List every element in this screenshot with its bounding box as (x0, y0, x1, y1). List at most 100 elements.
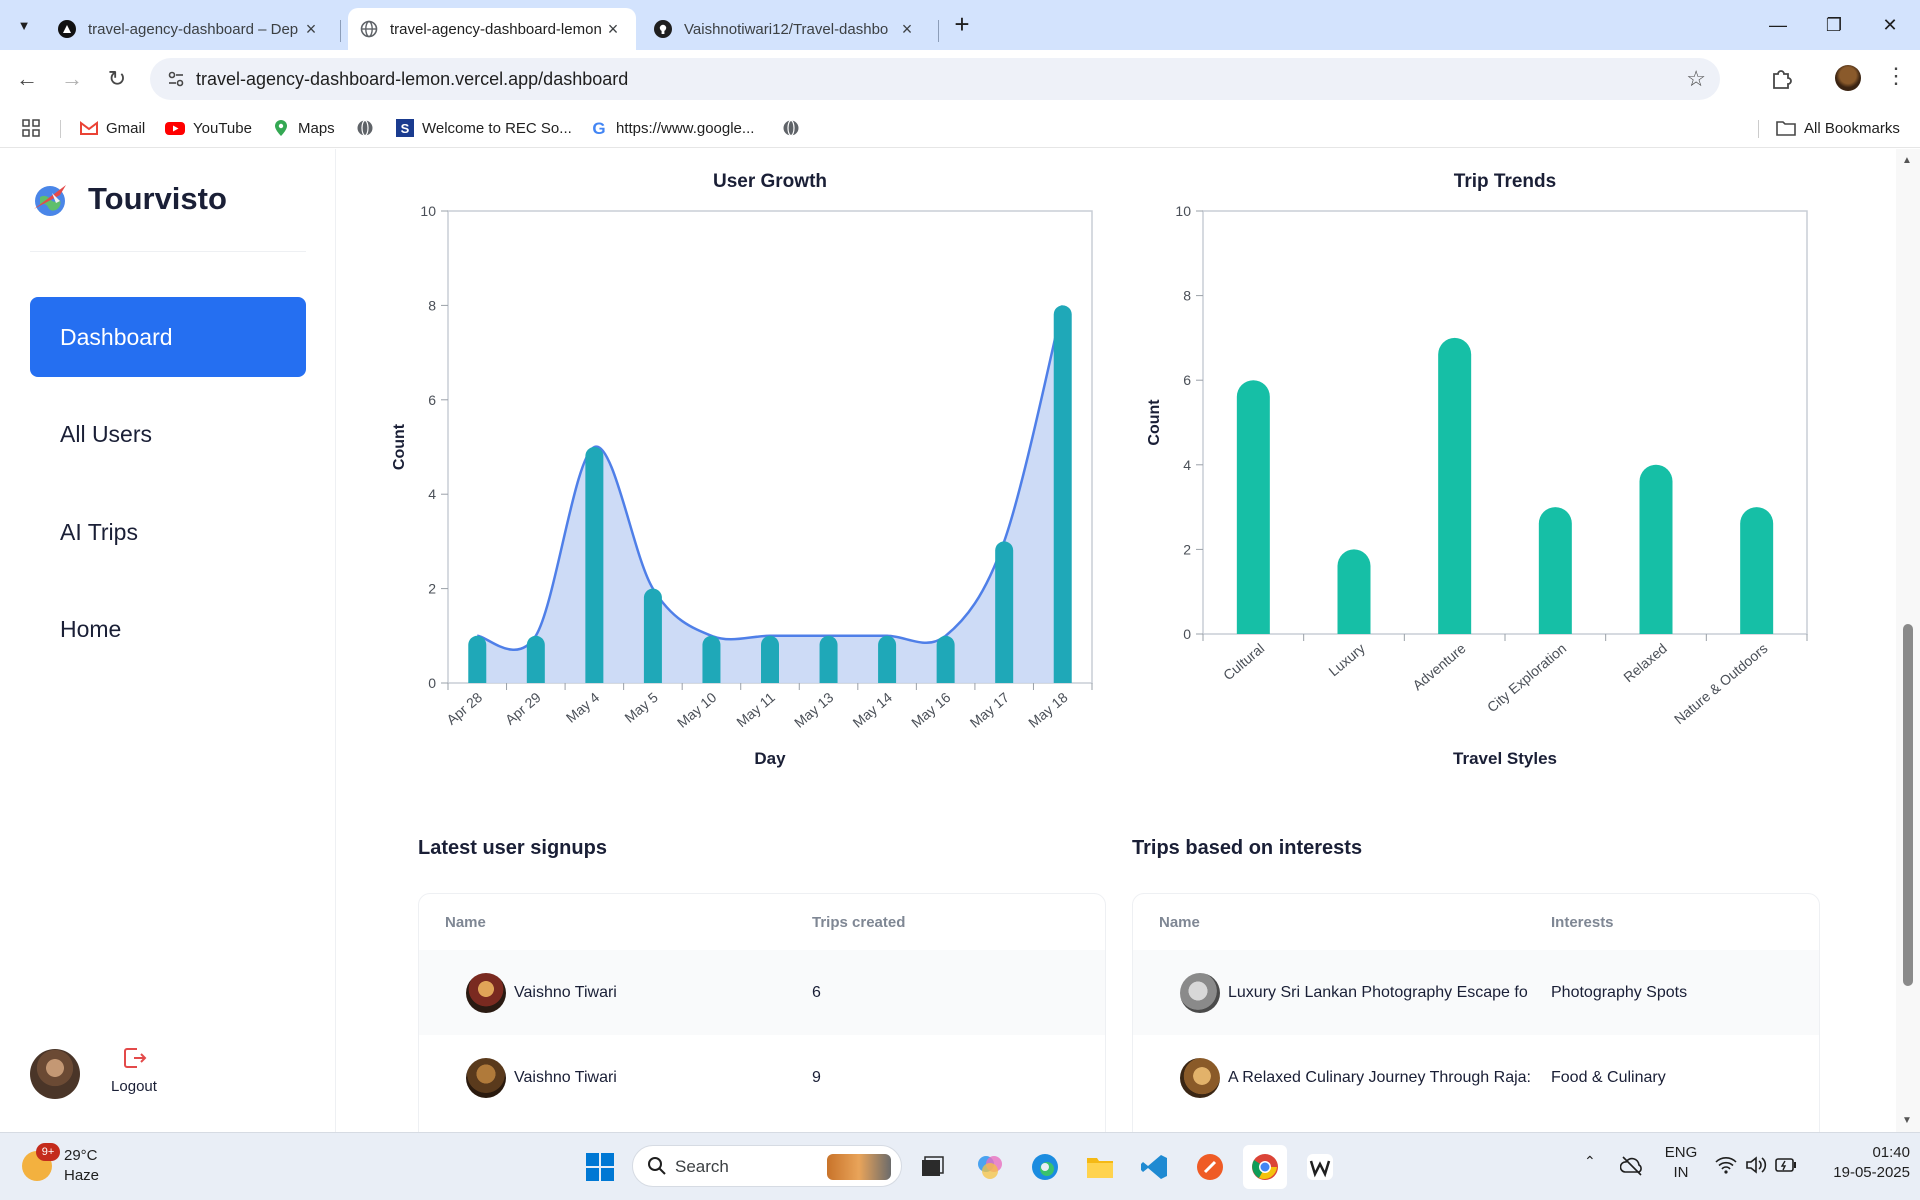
user-growth-chart: User Growth 0 2 4 6 8 10 Count Apr 28 Apr 29 May 4… (391, 171, 1093, 768)
bar (643, 588, 662, 683)
back-arrow-icon[interactable]: ← (12, 64, 42, 94)
sidebar-divider (30, 251, 306, 252)
search-label: Search (675, 1157, 729, 1176)
tab-github[interactable]: Vaishnotiwari12/Travel-dashbo × (642, 8, 930, 50)
scroll-down-arrow-icon[interactable]: ▼ (1902, 1115, 1912, 1126)
sidebar-item-label: Home (60, 615, 122, 642)
sidebar-item-all-users[interactable]: All Users (30, 394, 306, 474)
os-taskbar: 9+ 29°C Haze Search ⌃ ENG IN 01:40 19-05… (0, 1132, 1920, 1200)
more-menu-icon[interactable]: ⋮ (1885, 63, 1907, 89)
edge-browser-icon[interactable] (1023, 1145, 1067, 1189)
show-hidden-icons-chevron-icon[interactable]: ⌃ (1584, 1153, 1596, 1170)
vercel-favicon-icon (58, 20, 76, 38)
avatar[interactable] (30, 1049, 80, 1099)
main-content: User Growth 0 2 4 6 8 10 Count Apr 28 Apr 29 May 4… (336, 149, 1896, 1132)
close-icon[interactable]: × (602, 19, 624, 40)
chrome-icon[interactable] (1243, 1145, 1287, 1189)
bar (878, 635, 897, 683)
bar (819, 635, 838, 683)
system-clock[interactable]: 01:40 19-05-2025 (1810, 1143, 1910, 1183)
bar (1236, 380, 1270, 634)
brand[interactable]: Tourvisto (30, 179, 227, 219)
table-row[interactable]: Vaishno Tiwari 9 (419, 1035, 1105, 1120)
bookmark-label: Welcome to REC So... (422, 119, 572, 137)
minimize-icon[interactable]: — (1758, 10, 1798, 40)
logout-button[interactable]: Logout (104, 1045, 164, 1095)
forward-arrow-icon[interactable]: → (57, 64, 87, 94)
column-header: Name (445, 913, 486, 931)
postman-icon[interactable] (1188, 1145, 1232, 1189)
all-bookmarks-button[interactable]: All Bookmarks (1776, 116, 1900, 140)
tab-deployment[interactable]: travel-agency-dashboard – Dep × (46, 8, 334, 50)
sidebar-item-ai-trips[interactable]: AI Trips (30, 492, 306, 572)
language-indicator[interactable]: ENG IN (1664, 1143, 1698, 1183)
y-axis-label: Count (1146, 399, 1163, 446)
apps-grid-icon[interactable] (22, 119, 40, 137)
y-tick-label: 6 (428, 392, 436, 408)
bookmark-label: YouTube (193, 119, 252, 137)
wps-writer-icon[interactable] (1298, 1145, 1342, 1189)
site-info-icon[interactable] (166, 69, 186, 89)
x-tick-label: May 5 (621, 689, 661, 726)
address-bar[interactable]: travel-agency-dashboard-lemon.vercel.app… (150, 58, 1720, 100)
profile-avatar[interactable] (1835, 65, 1861, 91)
close-icon[interactable]: × (896, 19, 918, 40)
bar (761, 635, 779, 683)
reload-icon[interactable]: ↻ (102, 64, 132, 94)
file-explorer-icon[interactable] (1078, 1145, 1122, 1189)
url-text[interactable]: travel-agency-dashboard-lemon.vercel.app… (196, 69, 628, 90)
vscode-icon[interactable] (1133, 1145, 1177, 1189)
taskbar-search[interactable]: Search (632, 1145, 902, 1187)
bar (936, 635, 955, 683)
chart-title: User Growth (713, 171, 827, 192)
x-tick-label: May 18 (1025, 689, 1071, 731)
tab-divider (340, 20, 341, 42)
trips-by-interest-title: Trips based on interests (1132, 837, 1363, 859)
svg-text:G: G (592, 119, 605, 137)
search-highlight-image (827, 1154, 891, 1180)
task-view-icon[interactable] (910, 1145, 954, 1189)
x-tick-label: May 11 (733, 689, 778, 730)
wifi-icon[interactable] (1715, 1155, 1737, 1175)
bookmark-star-icon[interactable]: ☆ (1686, 66, 1706, 92)
clock-time: 01:40 (1872, 1144, 1910, 1161)
latest-signups-title: Latest user signups (418, 837, 607, 859)
table-row[interactable]: A Relaxed Culinary Journey Through Raja:… (1133, 1035, 1819, 1120)
trip-interest: Photography Spots (1551, 983, 1688, 1001)
bookmark-youtube[interactable]: YouTube (165, 116, 252, 140)
rec-s-icon: S (396, 119, 414, 137)
bookmark-globe-2[interactable] (782, 116, 808, 140)
extensions-puzzle-icon[interactable] (1768, 66, 1794, 92)
tab-dashboard[interactable]: travel-agency-dashboard-lemon × (348, 8, 636, 50)
page-scrollbar[interactable]: ▲ ▼ (1896, 149, 1920, 1132)
new-tab-plus-icon[interactable]: + (948, 11, 976, 39)
sidebar-item-dashboard[interactable]: Dashboard (30, 297, 306, 377)
close-icon[interactable]: × (300, 19, 322, 40)
bookmark-label: Gmail (106, 119, 146, 137)
bookmark-maps[interactable]: Maps (272, 116, 335, 140)
y-axis-label: Count (391, 423, 408, 470)
window-close-icon[interactable]: ✕ (1870, 10, 1910, 40)
x-tick-label: May 17 (967, 689, 1013, 731)
y-tick-label: 0 (428, 675, 436, 691)
onedrive-offline-icon[interactable] (1620, 1155, 1644, 1177)
copilot-icon[interactable] (968, 1145, 1012, 1189)
battery-icon[interactable] (1775, 1157, 1797, 1173)
scroll-up-arrow-icon[interactable]: ▲ (1902, 155, 1912, 166)
column-header: Name (1159, 913, 1200, 931)
bookmark-rec[interactable]: S Welcome to REC So... (396, 116, 572, 140)
table-row[interactable]: Luxury Sri Lankan Photography Escape fo … (1133, 950, 1819, 1035)
volume-icon[interactable] (1745, 1155, 1767, 1175)
scroll-thumb[interactable] (1903, 624, 1913, 986)
table-row[interactable]: Vaishno Tiwari 6 (419, 950, 1105, 1035)
dashboard-app: Tourvisto Dashboard All Users AI Trips H… (0, 149, 1920, 1132)
tab-search-chevron-icon[interactable]: ▼ (10, 11, 38, 39)
bookmark-google[interactable]: G https://www.google... (590, 116, 754, 140)
bookmark-globe[interactable] (356, 116, 382, 140)
bookmark-gmail[interactable]: Gmail (80, 116, 145, 140)
start-windows-icon[interactable] (578, 1145, 622, 1189)
restore-icon[interactable]: ❐ (1814, 10, 1854, 40)
y-tick-label: 8 (1183, 288, 1191, 304)
sidebar-item-home[interactable]: Home (30, 589, 306, 669)
search-icon (648, 1157, 666, 1175)
